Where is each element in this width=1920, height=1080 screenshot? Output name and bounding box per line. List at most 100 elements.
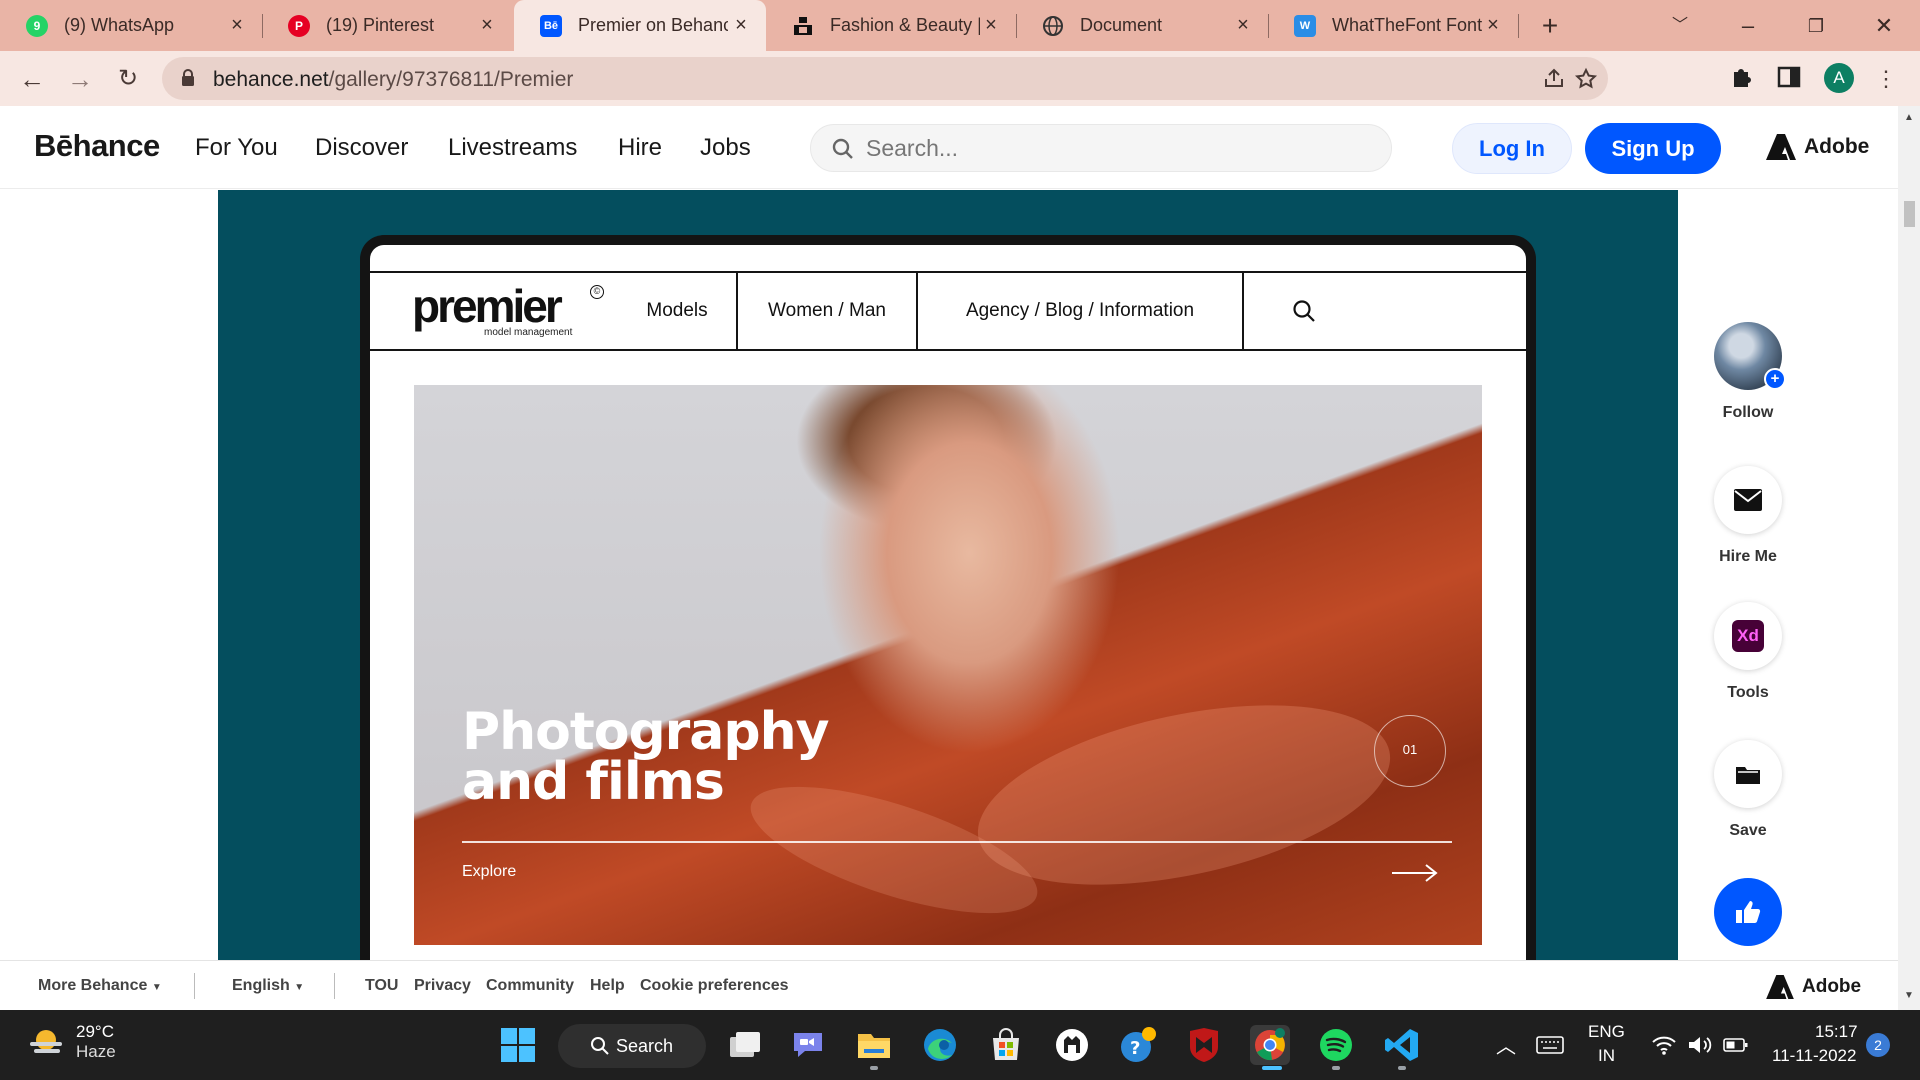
- language-indicator-line2[interactable]: IN: [1598, 1046, 1615, 1066]
- hero-title: Photography and films: [462, 702, 830, 812]
- close-tab-icon[interactable]: ×: [1482, 14, 1504, 36]
- chrome-browser-icon[interactable]: [1250, 1025, 1290, 1065]
- nav-jobs[interactable]: Jobs: [700, 134, 751, 162]
- behance-footer: More Behance ▼ English ▼ TOU Privacy Com…: [0, 960, 1898, 1010]
- nav-for-you[interactable]: For You: [195, 134, 278, 162]
- follow-action[interactable]: + Follow: [1714, 322, 1786, 422]
- browser-tab-pinterest[interactable]: P (19) Pinterest ×: [262, 0, 512, 51]
- new-tab-plus-icon[interactable]: +: [1534, 10, 1566, 42]
- nav-hire[interactable]: Hire: [618, 134, 662, 162]
- extensions-puzzle-icon[interactable]: [1728, 64, 1754, 90]
- footer-link-community[interactable]: Community: [486, 977, 574, 995]
- keyboard-icon[interactable]: [1530, 1025, 1570, 1065]
- nav-livestreams[interactable]: Livestreams: [448, 134, 577, 162]
- bookmark-star-icon[interactable]: [1574, 67, 1598, 91]
- language-dropdown[interactable]: English ▼: [232, 977, 304, 995]
- tab-search-chevron-icon[interactable]: ﹀: [1664, 10, 1696, 42]
- windows-start-icon[interactable]: [498, 1025, 538, 1065]
- browser-tab-behance[interactable]: Bē Premier on Behance ×: [514, 0, 766, 51]
- reload-icon[interactable]: ↻: [112, 63, 144, 95]
- close-window-icon[interactable]: ✕: [1868, 10, 1900, 42]
- restore-window-icon[interactable]: ❐: [1800, 10, 1832, 42]
- adobe-link[interactable]: Adobe: [1766, 134, 1869, 160]
- taskbar-search[interactable]: Search: [558, 1024, 706, 1068]
- more-behance-dropdown[interactable]: More Behance ▼: [38, 977, 162, 995]
- edge-browser-icon[interactable]: [920, 1025, 960, 1065]
- page-scrollbar[interactable]: ▲ ▼: [1898, 106, 1920, 1010]
- task-view-icon[interactable]: [724, 1025, 764, 1065]
- vscode-icon[interactable]: [1382, 1025, 1422, 1065]
- save-action[interactable]: Save: [1714, 740, 1782, 840]
- close-tab-icon[interactable]: ×: [226, 14, 248, 36]
- github-desktop-icon[interactable]: [1052, 1025, 1092, 1065]
- close-tab-icon[interactable]: ×: [730, 14, 752, 36]
- hire-me-action[interactable]: Hire Me: [1714, 466, 1782, 566]
- tools-button[interactable]: Xd: [1714, 602, 1782, 670]
- show-hidden-icons-chevron-icon[interactable]: ︿: [1496, 1030, 1516, 1059]
- search-input[interactable]: [866, 132, 1366, 164]
- close-tab-icon[interactable]: ×: [476, 14, 498, 36]
- close-tab-icon[interactable]: ×: [980, 14, 1002, 36]
- browser-tab-whatsapp[interactable]: 9 (9) WhatsApp ×: [0, 0, 262, 51]
- browser-tab-document[interactable]: Document ×: [1016, 0, 1268, 51]
- profile-avatar[interactable]: A: [1824, 63, 1854, 93]
- save-button[interactable]: [1714, 740, 1782, 808]
- battery-icon[interactable]: [1716, 1025, 1756, 1065]
- minimize-window-icon[interactable]: –: [1732, 10, 1764, 42]
- running-indicator: [1332, 1066, 1340, 1070]
- address-bar[interactable]: behance.net/gallery/97376811/Premier: [162, 57, 1608, 100]
- mockup-nav-bar: premier model management © Models Women …: [370, 271, 1526, 351]
- mcafee-shield-icon[interactable]: [1184, 1025, 1224, 1065]
- notification-count-badge[interactable]: 2: [1866, 1033, 1890, 1057]
- lock-icon[interactable]: [180, 68, 196, 88]
- spotify-icon[interactable]: [1316, 1025, 1356, 1065]
- back-arrow-icon[interactable]: ←: [16, 63, 48, 95]
- volume-icon[interactable]: [1680, 1025, 1720, 1065]
- tools-action[interactable]: Xd Tools: [1714, 602, 1782, 702]
- wifi-icon[interactable]: [1644, 1025, 1684, 1065]
- microsoft-store-icon[interactable]: [986, 1025, 1026, 1065]
- clock-time[interactable]: 15:17: [1815, 1022, 1858, 1042]
- appreciate-button[interactable]: [1714, 878, 1782, 946]
- browser-tab-whatthefont[interactable]: W WhatTheFont Font ×: [1268, 0, 1518, 51]
- footer-link-privacy[interactable]: Privacy: [414, 977, 471, 995]
- follow-plus-icon[interactable]: +: [1764, 368, 1786, 390]
- pinterest-icon: P: [288, 14, 310, 37]
- language-indicator-line1[interactable]: ENG: [1588, 1022, 1625, 1042]
- hire-me-button[interactable]: [1714, 466, 1782, 534]
- clock-date[interactable]: 11-11-2022: [1772, 1046, 1856, 1066]
- adobe-footer-link[interactable]: Adobe: [1766, 975, 1861, 999]
- search-box[interactable]: [810, 124, 1392, 172]
- footer-link-tou[interactable]: TOU: [365, 977, 398, 995]
- footer-link-help[interactable]: Help: [590, 977, 625, 995]
- url-text[interactable]: behance.net/gallery/97376811/Premier: [213, 68, 573, 92]
- behance-logo[interactable]: Bēhance: [34, 128, 160, 164]
- share-icon[interactable]: [1542, 67, 1566, 91]
- scroll-up-arrow-icon[interactable]: ▲: [1904, 112, 1914, 123]
- owner-avatar[interactable]: +: [1714, 322, 1786, 390]
- windows-taskbar: 29°C Haze Search ? ︿ ENG IN 15:17 11-11-…: [0, 1010, 1920, 1080]
- envelope-icon: [1734, 489, 1762, 511]
- sign-up-button[interactable]: Sign Up: [1585, 123, 1721, 174]
- footer-divider: [334, 973, 335, 999]
- hero-image: Photography and films 01 Explore: [414, 385, 1482, 945]
- premier-logo: premier model management ©: [412, 280, 612, 341]
- forward-arrow-icon[interactable]: →: [64, 63, 96, 95]
- log-in-button[interactable]: Log In: [1452, 123, 1572, 174]
- weather-widget[interactable]: 29°C Haze: [28, 1022, 116, 1062]
- tab-title: Premier on Behance: [578, 15, 728, 35]
- teams-chat-icon[interactable]: [788, 1025, 828, 1065]
- tab-title: Fashion & Beauty |: [830, 15, 980, 35]
- scrollbar-thumb[interactable]: [1904, 201, 1915, 227]
- get-help-icon[interactable]: ?: [1118, 1025, 1158, 1065]
- nav-discover[interactable]: Discover: [315, 134, 408, 162]
- scroll-down-arrow-icon[interactable]: ▼: [1904, 990, 1914, 1001]
- close-tab-icon[interactable]: ×: [1232, 14, 1254, 36]
- thumbs-up-icon: [1736, 901, 1761, 923]
- footer-link-cookie-preferences[interactable]: Cookie preferences: [640, 977, 789, 995]
- side-panel-icon[interactable]: [1776, 64, 1802, 90]
- browser-tab-unsplash[interactable]: Fashion & Beauty | ×: [766, 0, 1016, 51]
- chrome-menu-kebab-icon[interactable]: ⋮: [1870, 63, 1902, 95]
- file-explorer-icon[interactable]: [854, 1025, 894, 1065]
- globe-icon: [1042, 15, 1064, 37]
